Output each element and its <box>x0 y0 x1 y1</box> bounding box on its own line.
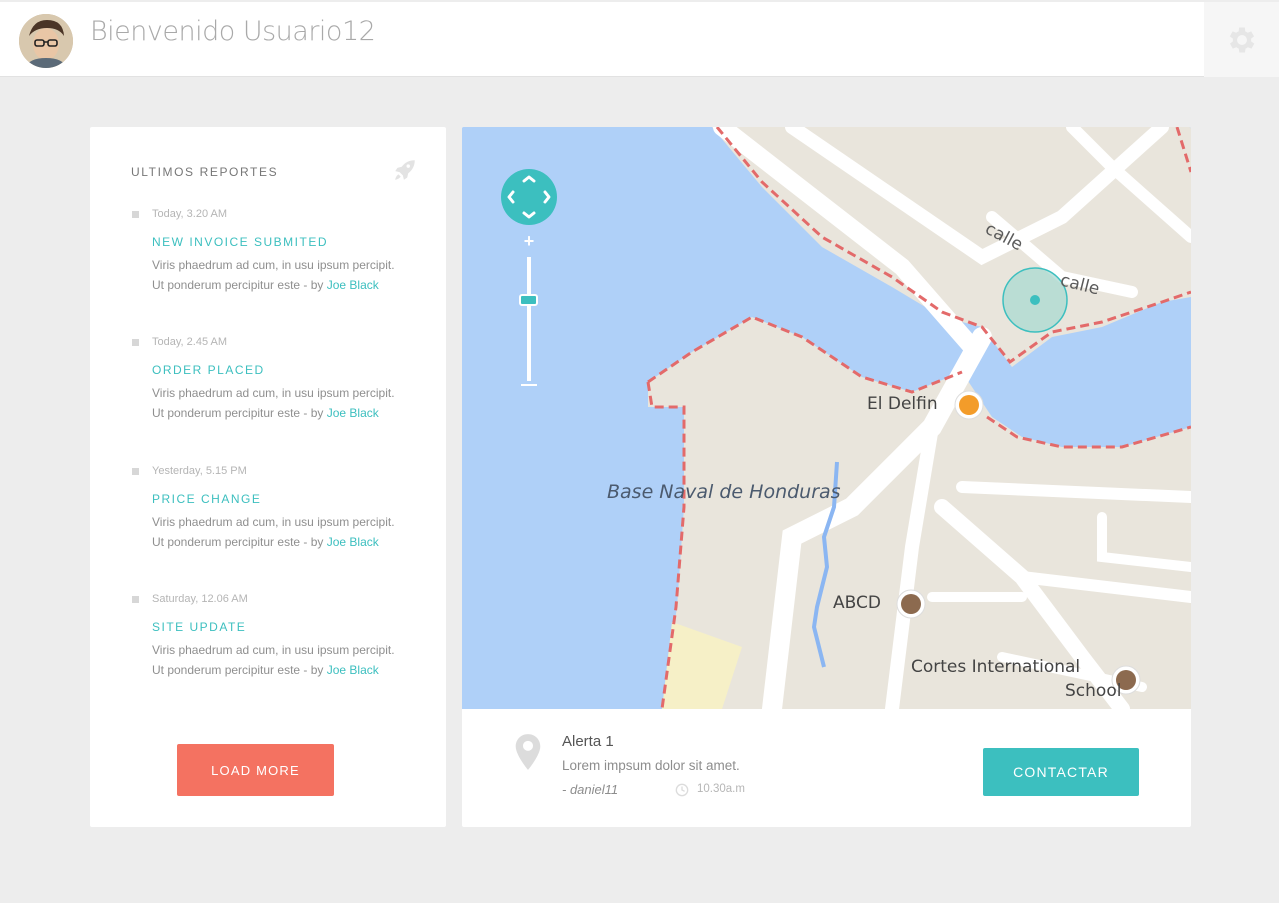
zoom-in-button[interactable]: + <box>522 231 536 252</box>
report-text-line1: Viris phaedrum ad cum, in usu ipsum perc… <box>152 258 395 272</box>
bullet <box>132 596 139 603</box>
report-text-prefix: Ut ponderum percipitur este - by <box>152 663 327 677</box>
map-canvas <box>462 127 1191 709</box>
reports-panel: ULTIMOS REPORTES Today, 3.20 AM NEW INVO… <box>90 127 446 827</box>
alert-time: 10.30a.m <box>697 783 745 795</box>
alert-body: Lorem impsum dolor sit amet. <box>562 758 740 773</box>
map-card: calle calle El Delfin Base Naval de Hond… <box>462 127 1191 827</box>
map-label-base-naval: Base Naval de Honduras <box>607 481 841 503</box>
map-label-cortes: Cortes International <box>911 657 1081 677</box>
report-text-prefix: Ut ponderum percipitur este - by <box>152 535 327 549</box>
user-avatar[interactable] <box>19 14 73 68</box>
report-text-prefix: Ut ponderum percipitur este - by <box>152 278 327 292</box>
clock-icon <box>675 783 689 797</box>
zoom-slider-handle[interactable] <box>519 294 538 307</box>
pan-control[interactable] <box>501 169 557 225</box>
zoom-out-button[interactable] <box>521 384 537 386</box>
report-text-line2: Ut ponderum percipitur este - by Joe Bla… <box>152 275 422 295</box>
report-text-line1: Viris phaedrum ad cum, in usu ipsum perc… <box>152 386 395 400</box>
author-link[interactable]: Joe Black <box>327 663 379 677</box>
load-more-button[interactable]: LOAD MORE <box>177 744 334 796</box>
author-link[interactable]: Joe Black <box>327 278 379 292</box>
alert-user: - daniel11 <box>562 782 619 797</box>
report-title[interactable]: SITE UPDATE <box>152 620 246 634</box>
report-text-line2: Ut ponderum percipitur este - by Joe Bla… <box>152 660 422 680</box>
gear-icon <box>1229 27 1254 52</box>
bullet <box>132 339 139 346</box>
rocket-icon <box>395 160 415 180</box>
alert-title: Alerta 1 <box>562 733 614 750</box>
report-title[interactable]: NEW INVOICE SUBMITED <box>152 235 328 249</box>
reports-title: ULTIMOS REPORTES <box>131 165 279 179</box>
report-time: Saturday, 12.06 AM <box>152 593 248 605</box>
bullet <box>132 211 139 218</box>
contact-button[interactable]: CONTACTAR <box>983 748 1139 796</box>
report-body: Viris phaedrum ad cum, in usu ipsum perc… <box>152 255 422 295</box>
map-view[interactable]: calle calle El Delfin Base Naval de Hond… <box>462 127 1191 709</box>
welcome-text: Bienvenido Usuario12 <box>90 16 376 47</box>
report-text-line1: Viris phaedrum ad cum, in usu ipsum perc… <box>152 515 395 529</box>
top-bar: Bienvenido Usuario12 <box>0 2 1279 77</box>
map-label-cortes-school: School <box>1065 681 1122 701</box>
map-label-abcd: ABCD <box>833 593 881 613</box>
report-body: Viris phaedrum ad cum, in usu ipsum perc… <box>152 383 422 423</box>
zoom-slider-track[interactable] <box>527 257 531 381</box>
author-link[interactable]: Joe Black <box>327 535 379 549</box>
author-link[interactable]: Joe Black <box>327 406 379 420</box>
report-time: Yesterday, 5.15 PM <box>152 465 247 477</box>
report-text-line2: Ut ponderum percipitur este - by Joe Bla… <box>152 403 422 423</box>
pan-arrows-icon <box>507 175 551 219</box>
report-title[interactable]: ORDER PLACED <box>152 363 265 377</box>
location-pin-icon <box>515 734 541 770</box>
report-text-line1: Viris phaedrum ad cum, in usu ipsum perc… <box>152 643 395 657</box>
bullet <box>132 468 139 475</box>
report-time: Today, 2.45 AM <box>152 336 228 348</box>
report-body: Viris phaedrum ad cum, in usu ipsum perc… <box>152 640 422 680</box>
settings-button[interactable] <box>1204 2 1279 77</box>
report-title[interactable]: PRICE CHANGE <box>152 492 261 506</box>
report-body: Viris phaedrum ad cum, in usu ipsum perc… <box>152 512 422 552</box>
report-text-prefix: Ut ponderum percipitur este - by <box>152 406 327 420</box>
report-text-line2: Ut ponderum percipitur este - by Joe Bla… <box>152 532 422 552</box>
report-time: Today, 3.20 AM <box>152 208 228 220</box>
avatar-image <box>19 14 73 68</box>
map-label-el-delfin: El Delfin <box>867 394 938 414</box>
